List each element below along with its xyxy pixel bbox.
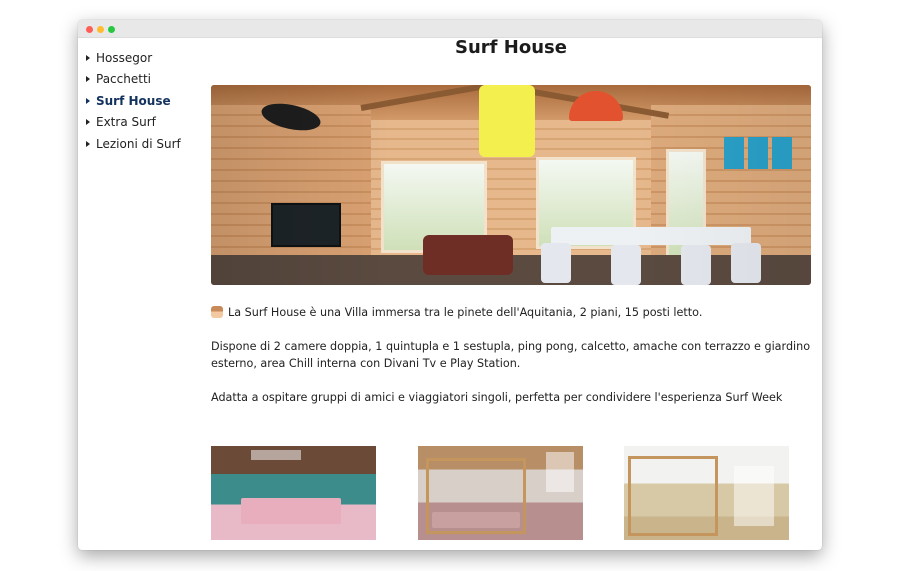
sidebar-item-hossegor[interactable]: Hossegor <box>86 47 181 69</box>
minimize-window-button[interactable] <box>97 26 104 33</box>
caret-right-icon <box>86 140 90 147</box>
sidebar-item-label: Extra Surf <box>96 115 156 130</box>
bunk-room-with-terrace-photo[interactable] <box>624 446 789 540</box>
sidebar-item-pacchetti[interactable]: Pacchetti <box>86 69 181 91</box>
house-emoji-icon <box>211 306 223 318</box>
close-window-button[interactable] <box>86 26 93 33</box>
amenities-paragraph: Dispone di 2 camere doppia, 1 quintupla … <box>211 340 811 370</box>
sidebar-item-label: Hossegor <box>96 50 153 65</box>
caret-right-icon <box>86 119 90 126</box>
sidebar-item-label: Lezioni di Surf <box>96 136 181 151</box>
window-titlebar <box>78 20 822 38</box>
living-room-photo <box>211 85 811 285</box>
caret-right-icon <box>86 76 90 83</box>
sidebar-item-label: Surf House <box>96 93 171 108</box>
zoom-window-button[interactable] <box>108 26 115 33</box>
caret-right-icon <box>86 97 90 104</box>
sidebar-item-lezioni-di-surf[interactable]: Lezioni di Surf <box>86 133 181 155</box>
sidebar-item-surf-house[interactable]: Surf House <box>86 90 181 112</box>
caret-right-icon <box>86 54 90 61</box>
double-bedroom-photo[interactable] <box>211 446 376 540</box>
sidebar-nav: Hossegor Pacchetti Surf House Extra Surf… <box>86 47 181 155</box>
audience-paragraph: Adatta a ospitare gruppi di amici e viag… <box>211 391 783 404</box>
bunk-bedroom-photo[interactable] <box>418 446 583 540</box>
browser-window: Hossegor Pacchetti Surf House Extra Surf… <box>78 20 822 550</box>
sidebar-item-extra-surf[interactable]: Extra Surf <box>86 112 181 134</box>
page-title: Surf House <box>455 37 567 58</box>
sidebar-item-label: Pacchetti <box>96 72 151 87</box>
intro-paragraph: La Surf House è una Villa immersa tra le… <box>211 304 811 321</box>
